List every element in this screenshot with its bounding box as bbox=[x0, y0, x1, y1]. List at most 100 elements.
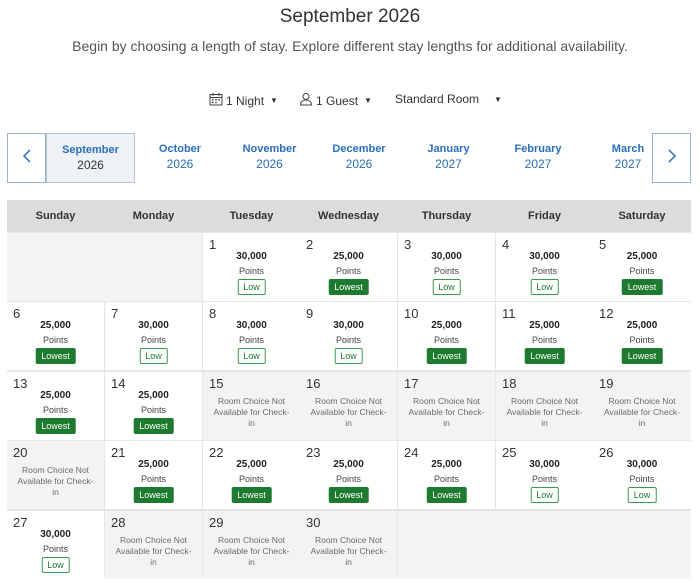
month-tab-february[interactable]: February 2027 bbox=[493, 133, 583, 183]
weekday-wednesday: Wednesday bbox=[318, 210, 379, 222]
calendar-day-25[interactable]: 25 30,000 Points Low bbox=[496, 441, 593, 509]
month-name: September bbox=[62, 144, 119, 156]
calendar-day-3[interactable]: 3 30,000 Points Low bbox=[398, 233, 495, 301]
calendar-day-10[interactable]: 10 25,000 Points Lowest bbox=[398, 302, 495, 370]
month-tab-december[interactable]: December 2026 bbox=[314, 133, 404, 183]
calendar-empty-cell bbox=[7, 233, 202, 301]
calendar-day-24[interactable]: 24 25,000 Points Lowest bbox=[398, 441, 495, 509]
day-number: 28 bbox=[111, 515, 126, 530]
next-month-button[interactable] bbox=[652, 133, 691, 183]
calendar-day-13[interactable]: 13 25,000 Points Lowest bbox=[7, 372, 104, 440]
weekday-sunday: Sunday bbox=[35, 210, 76, 222]
chevron-left-icon bbox=[21, 148, 33, 169]
price-badge: Lowest bbox=[35, 348, 76, 364]
calendar-day-12[interactable]: 12 25,000 Points Lowest bbox=[593, 302, 691, 370]
points-label: Points bbox=[42, 544, 68, 554]
price-badge: Lowest bbox=[426, 348, 467, 364]
unavailable-message: Room Choice Not Available for Check-in bbox=[310, 396, 387, 428]
weekday-saturday: Saturday bbox=[618, 210, 666, 222]
price-badge: Lowest bbox=[328, 279, 369, 295]
points-value: 30,000 bbox=[236, 251, 267, 262]
calendar-day-21[interactable]: 21 25,000 Points Lowest bbox=[105, 441, 202, 509]
points-value: 25,000 bbox=[236, 459, 267, 470]
calendar-day-9[interactable]: 9 30,000 Points Low bbox=[300, 302, 397, 370]
price-badge: Low bbox=[41, 557, 70, 573]
calendar-day-22[interactable]: 22 25,000 Points Lowest bbox=[203, 441, 300, 509]
points-value: 30,000 bbox=[333, 320, 364, 331]
day-number: 21 bbox=[111, 445, 126, 460]
day-number: 7 bbox=[111, 306, 119, 321]
points-label: Points bbox=[335, 266, 361, 276]
price-badge: Lowest bbox=[133, 418, 174, 434]
month-name: January bbox=[427, 143, 470, 155]
calendar-day-18: 18 Room Choice Not Available for Check-in bbox=[496, 372, 593, 440]
day-number: 9 bbox=[306, 306, 314, 321]
calendar-day-8[interactable]: 8 30,000 Points Low bbox=[203, 302, 300, 370]
points-value: 30,000 bbox=[138, 320, 169, 331]
day-number: 5 bbox=[599, 237, 607, 252]
month-year: 2026 bbox=[77, 158, 104, 172]
points-label: Points bbox=[238, 474, 264, 484]
points-label: Points bbox=[140, 405, 166, 415]
price-badge: Low bbox=[530, 487, 559, 503]
month-name: February bbox=[514, 143, 562, 155]
calendar-day-7[interactable]: 7 30,000 Points Low bbox=[105, 302, 202, 370]
points-label: Points bbox=[335, 474, 361, 484]
price-badge: Low bbox=[627, 487, 657, 503]
caret-down-icon: ▼ bbox=[270, 96, 278, 105]
day-number: 4 bbox=[502, 237, 510, 252]
calendar-day-5[interactable]: 5 25,000 Points Lowest bbox=[593, 233, 691, 301]
points-label: Points bbox=[433, 474, 459, 484]
calendar-day-30: 30 Room Choice Not Available for Check-in bbox=[300, 511, 397, 579]
points-label: Points bbox=[238, 266, 264, 276]
points-label: Points bbox=[531, 335, 557, 345]
previous-month-button[interactable] bbox=[7, 133, 46, 183]
price-badge: Low bbox=[237, 348, 266, 364]
calendar-day-11[interactable]: 11 25,000 Points Lowest bbox=[496, 302, 593, 370]
points-value: 25,000 bbox=[333, 459, 364, 470]
guests-label: 1 Guest bbox=[316, 93, 359, 108]
day-number: 18 bbox=[502, 376, 517, 391]
month-name: November bbox=[242, 143, 297, 155]
unavailable-message: Room Choice Not Available for Check-in bbox=[506, 396, 583, 428]
day-number: 6 bbox=[13, 306, 21, 321]
calendar-day-4[interactable]: 4 30,000 Points Low bbox=[496, 233, 593, 301]
page-subtitle: Begin by choosing a length of stay. Expl… bbox=[72, 38, 628, 54]
weekday-friday: Friday bbox=[527, 210, 561, 222]
calendar-day-23[interactable]: 23 25,000 Points Lowest bbox=[300, 441, 397, 509]
price-badge: Lowest bbox=[231, 487, 272, 503]
calendar-day-6[interactable]: 6 25,000 Points Lowest bbox=[7, 302, 104, 370]
points-label: Points bbox=[42, 405, 68, 415]
day-number: 2 bbox=[306, 237, 314, 252]
month-year: 2027 bbox=[524, 157, 552, 171]
points-value: 25,000 bbox=[431, 459, 462, 470]
price-badge: Low bbox=[334, 348, 363, 364]
month-tab-october[interactable]: October 2026 bbox=[135, 133, 225, 183]
calendar-day-14[interactable]: 14 25,000 Points Lowest bbox=[105, 372, 202, 440]
month-tab-january[interactable]: January 2027 bbox=[404, 133, 493, 183]
price-badge: Low bbox=[237, 279, 266, 295]
calendar-day-15: 15 Room Choice Not Available for Check-in bbox=[203, 372, 300, 440]
calendar-day-17: 17 Room Choice Not Available for Check-in bbox=[398, 372, 495, 440]
nights-dropdown[interactable]: 1 Night ▼ bbox=[209, 92, 278, 109]
points-value: 30,000 bbox=[626, 459, 658, 470]
points-value: 30,000 bbox=[529, 251, 560, 262]
day-number: 13 bbox=[13, 376, 28, 391]
calendar-day-1[interactable]: 1 30,000 Points Low bbox=[203, 233, 300, 301]
chevron-right-icon bbox=[666, 148, 678, 169]
day-number: 10 bbox=[404, 306, 419, 321]
points-value: 25,000 bbox=[40, 320, 71, 331]
points-value: 25,000 bbox=[529, 320, 560, 331]
month-tab-september[interactable]: September 2026 bbox=[46, 133, 135, 183]
day-number: 20 bbox=[13, 445, 28, 460]
room-type-dropdown[interactable]: Standard Room ▼ bbox=[395, 92, 502, 106]
unavailable-message: Room Choice Not Available for Check-in bbox=[213, 396, 290, 428]
day-number: 17 bbox=[404, 376, 419, 391]
calendar-day-27[interactable]: 27 30,000 Points Low bbox=[7, 511, 104, 579]
nights-label: 1 Night bbox=[226, 93, 265, 108]
calendar-day-2[interactable]: 2 25,000 Points Lowest bbox=[300, 233, 397, 301]
guests-dropdown[interactable]: 1 Guest ▼ bbox=[299, 92, 372, 109]
calendar-day-26[interactable]: 26 30,000 Points Low bbox=[593, 441, 691, 509]
month-tab-november[interactable]: November 2026 bbox=[225, 133, 314, 183]
day-number: 24 bbox=[404, 445, 419, 460]
